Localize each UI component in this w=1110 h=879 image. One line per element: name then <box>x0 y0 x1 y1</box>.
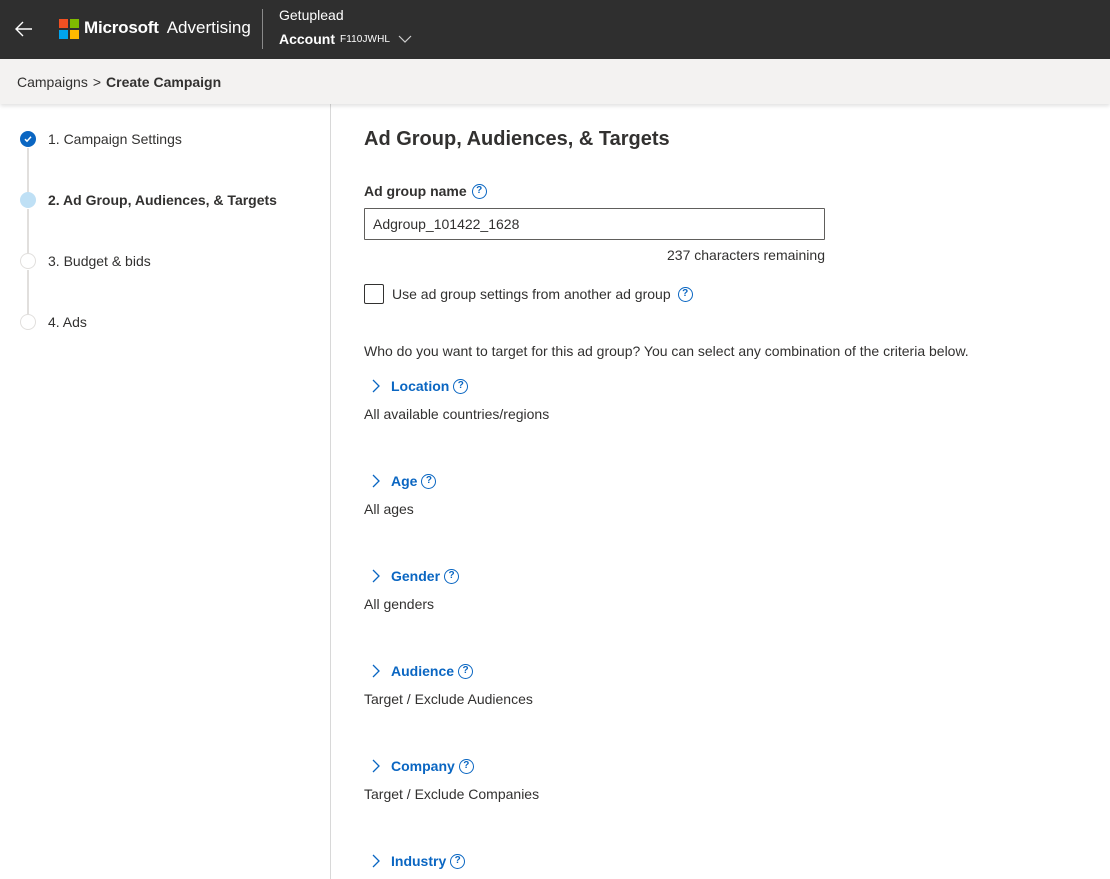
copy-settings-label: Use ad group settings from another ad gr… <box>392 286 671 302</box>
criterion-description: Target / Exclude Companies <box>364 786 540 802</box>
current-step-indicator-icon <box>20 192 36 208</box>
location-expander[interactable]: Location ? <box>364 378 549 394</box>
gender-expander[interactable]: Gender ? <box>364 568 460 584</box>
brand-name: Microsoft Advertising <box>84 18 251 38</box>
brand-product: Advertising <box>166 18 251 37</box>
breadcrumb-bar: Campaigns > Create Campaign <box>0 59 1110 104</box>
audience-expander[interactable]: Audience ? <box>364 663 533 679</box>
criterion-name: Location <box>391 378 450 394</box>
company-expander[interactable]: Company ? <box>364 758 539 774</box>
ad-group-name-label-text: Ad group name <box>364 183 467 199</box>
check-icon <box>20 131 36 147</box>
logo-green-square <box>70 19 79 28</box>
criterion-age: Age ? All ages <box>364 473 437 517</box>
targeting-intro-text: Who do you want to target for this ad gr… <box>364 343 969 359</box>
step-label: 4. Ads <box>48 314 87 330</box>
criterion-description: Target / Exclude Audiences <box>364 691 533 707</box>
criterion-name: Industry <box>391 853 447 869</box>
chevron-right-icon <box>372 759 380 773</box>
page-title: Ad Group, Audiences, & Targets <box>364 128 670 150</box>
help-icon[interactable]: ? <box>450 853 466 869</box>
industry-expander[interactable]: Industry ? <box>364 853 466 869</box>
account-name: Getuplead <box>279 7 344 23</box>
step-connector <box>27 148 29 197</box>
criterion-audience: Audience ? Target / Exclude Audiences <box>364 663 533 707</box>
chevron-right-icon <box>372 474 380 488</box>
criterion-location: Location ? All available countries/regio… <box>364 378 549 422</box>
back-button[interactable] <box>12 17 36 41</box>
criterion-description: All ages <box>364 501 414 517</box>
top-bar: Microsoft Advertising Getuplead Account F… <box>0 0 1110 59</box>
criterion-description: All available countries/regions <box>364 406 550 422</box>
wizard-steps-sidebar: 1. Campaign Settings 2. Ad Group, Audien… <box>0 104 331 879</box>
logo-blue-square <box>59 30 68 39</box>
breadcrumb-create-campaign: Create Campaign <box>106 74 222 90</box>
breadcrumb: Campaigns > Create Campaign <box>17 74 221 90</box>
pending-step-circle-icon <box>20 314 36 330</box>
chevron-right-icon <box>372 379 380 393</box>
header-divider <box>262 9 263 49</box>
chevron-right-icon <box>372 854 380 868</box>
help-icon[interactable]: ? <box>677 286 693 302</box>
microsoft-logo <box>59 19 79 39</box>
criterion-industry: Industry ? <box>364 853 466 869</box>
copy-settings-checkbox[interactable] <box>364 284 384 304</box>
ad-group-name-input[interactable] <box>364 208 825 240</box>
criterion-name: Age <box>391 473 418 489</box>
logo-red-square <box>59 19 68 28</box>
help-icon[interactable]: ? <box>444 568 460 584</box>
step-campaign-settings[interactable]: 1. Campaign Settings <box>20 131 182 147</box>
criterion-name: Gender <box>391 568 441 584</box>
ad-group-name-label: Ad group name ? <box>364 183 487 199</box>
account-id: F110JWHL <box>340 33 391 45</box>
help-icon[interactable]: ? <box>453 378 469 394</box>
copy-settings-option[interactable]: Use ad group settings from another ad gr… <box>364 284 693 304</box>
chevron-right-icon <box>372 664 380 678</box>
help-icon[interactable]: ? <box>458 663 474 679</box>
step-ad-group-audiences-targets[interactable]: 2. Ad Group, Audiences, & Targets <box>20 192 277 208</box>
logo-yellow-square <box>70 30 79 39</box>
arrow-left-icon <box>15 21 32 37</box>
help-icon[interactable]: ? <box>471 183 487 199</box>
account-switcher[interactable]: Account F110JWHL <box>279 31 412 47</box>
help-icon[interactable]: ? <box>421 473 437 489</box>
pending-step-circle-icon <box>20 253 36 269</box>
step-ads[interactable]: 4. Ads <box>20 314 87 330</box>
brand-microsoft: Microsoft <box>84 18 159 37</box>
step-budget-bids[interactable]: 3. Budget & bids <box>20 253 151 269</box>
chevron-down-icon <box>398 35 412 43</box>
help-icon[interactable]: ? <box>458 758 474 774</box>
step-label: 3. Budget & bids <box>48 253 151 269</box>
step-connector <box>27 270 29 319</box>
step-label: 2. Ad Group, Audiences, & Targets <box>48 192 277 208</box>
step-connector <box>27 209 29 258</box>
characters-remaining: 237 characters remaining <box>667 247 825 263</box>
criterion-gender: Gender ? All genders <box>364 568 460 612</box>
criterion-company: Company ? Target / Exclude Companies <box>364 758 539 802</box>
criterion-name: Company <box>391 758 455 774</box>
age-expander[interactable]: Age ? <box>364 473 437 489</box>
account-label: Account <box>279 31 335 47</box>
breadcrumb-campaigns[interactable]: Campaigns <box>17 74 88 90</box>
step-label: 1. Campaign Settings <box>48 131 182 147</box>
breadcrumb-separator: > <box>92 74 102 90</box>
criterion-description: All genders <box>364 596 435 612</box>
chevron-right-icon <box>372 569 380 583</box>
criterion-name: Audience <box>391 663 455 679</box>
